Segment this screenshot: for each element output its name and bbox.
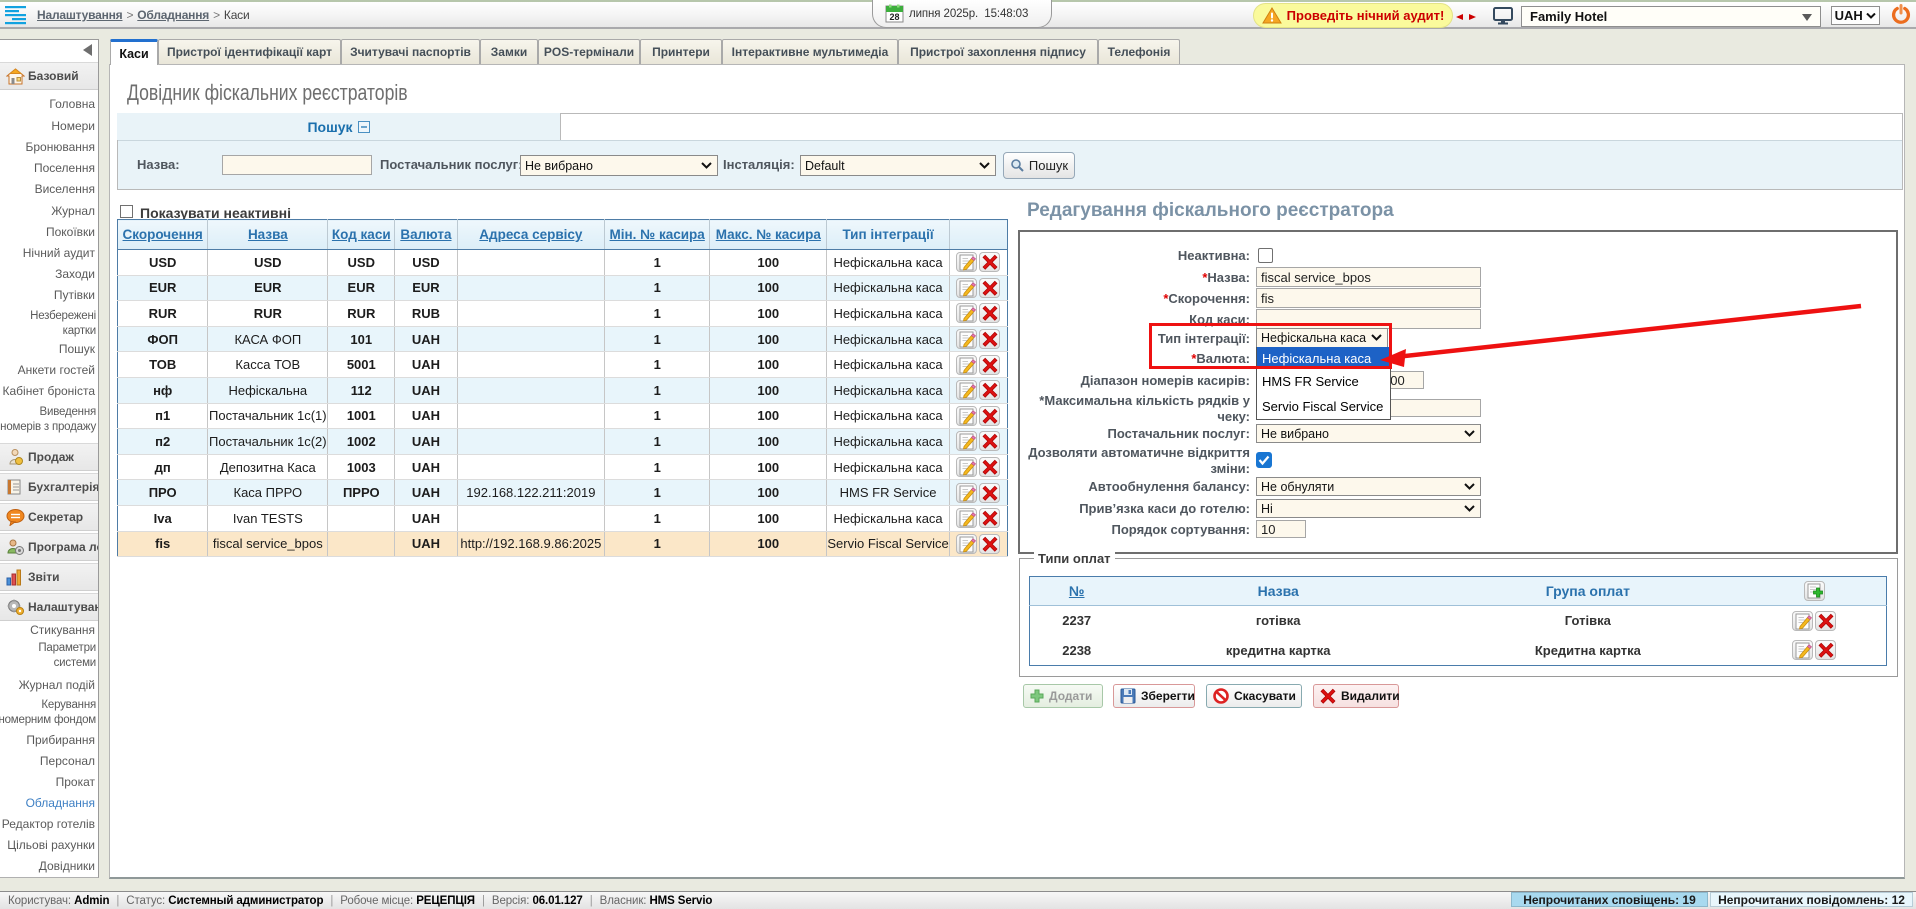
svg-text:28: 28 <box>889 12 899 22</box>
